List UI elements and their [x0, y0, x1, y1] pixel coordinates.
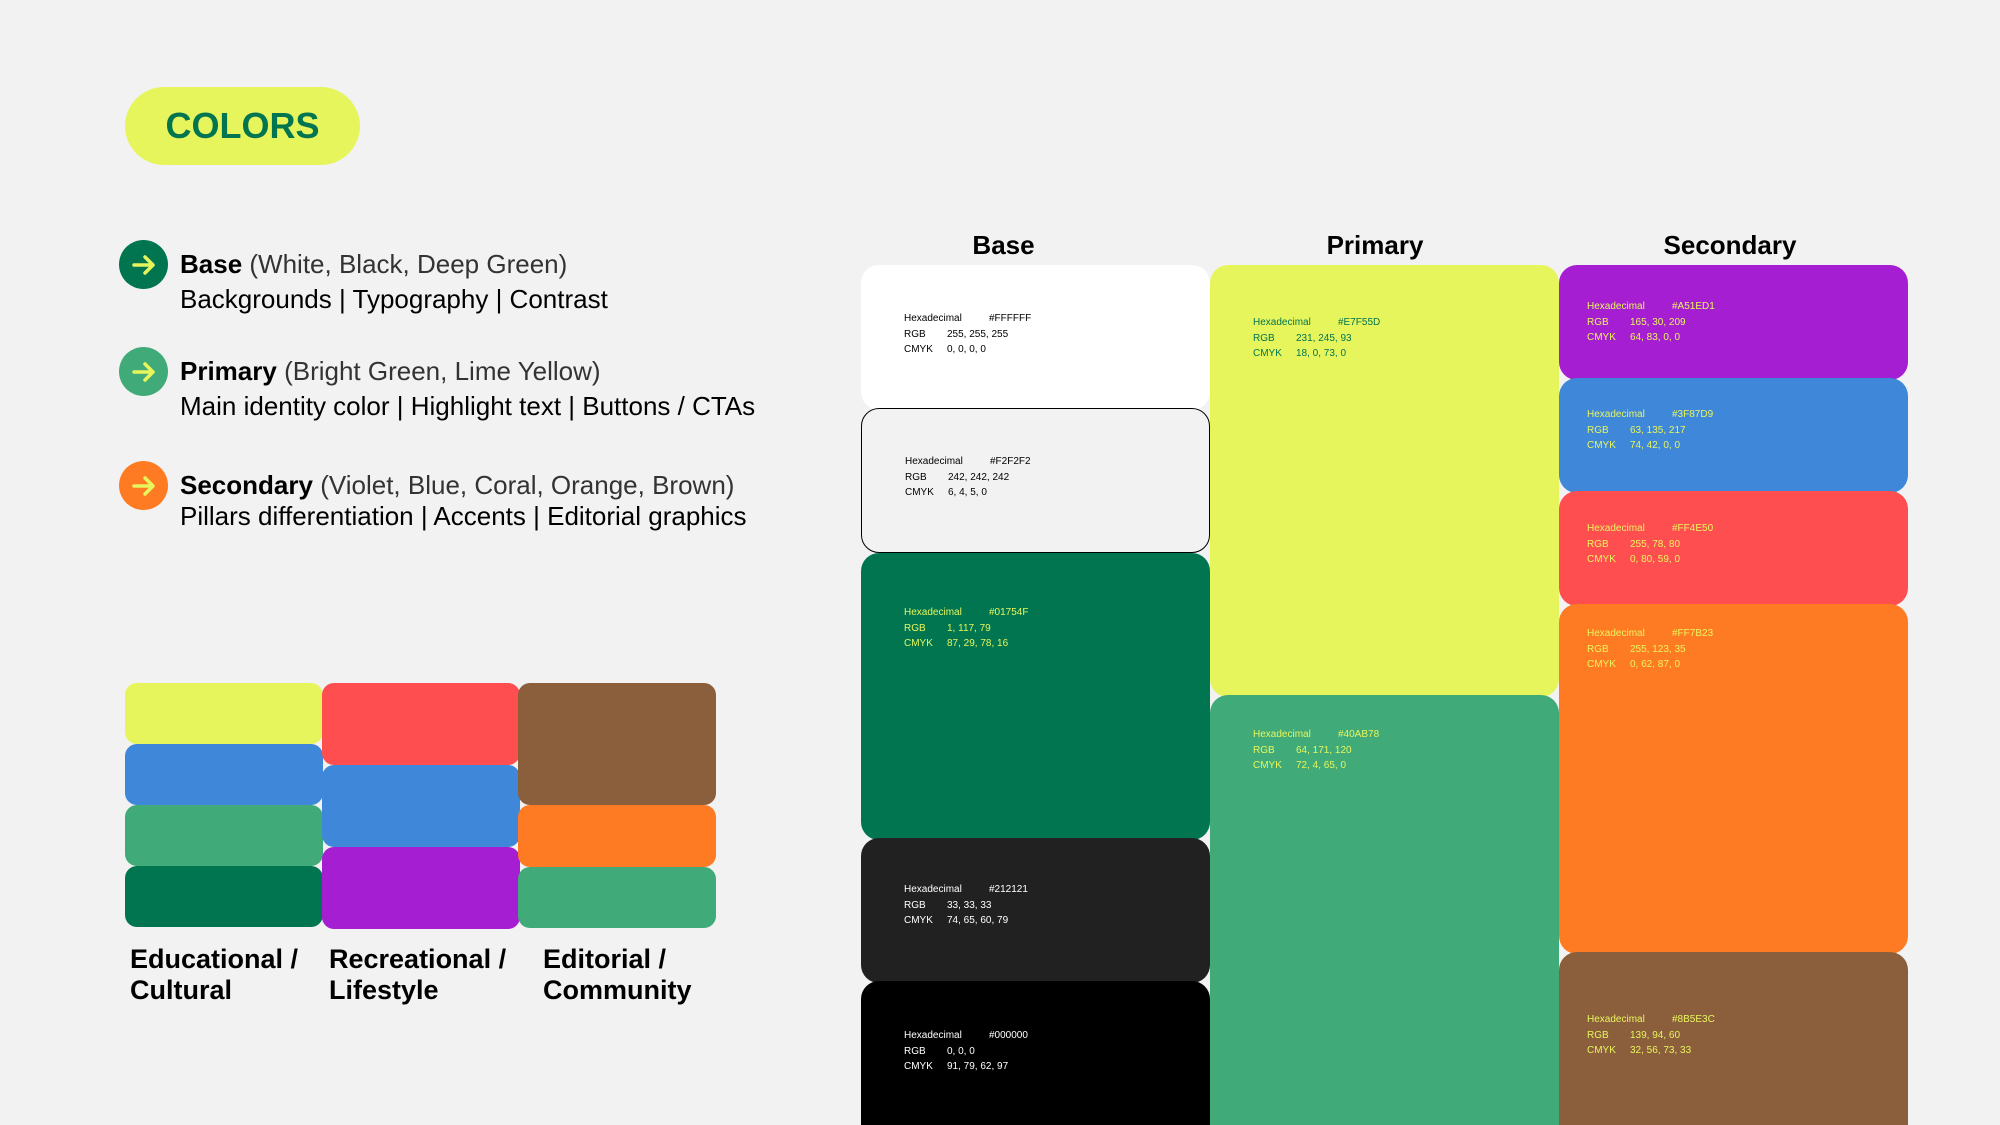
legend-description: Backgrounds | Typography | Contrast: [180, 284, 608, 314]
color-info: Hexadecimal #A51ED1 RGB 165, 30, 209 CMYK 6…: [1587, 301, 1715, 343]
color-card-base-charcoal: Hexadecimal #212121 RGB 33, 33, 33 CMYK 74,…: [861, 838, 1210, 983]
color-info: Hexadecimal #F2F2F2 RGB 242, 242, 242 CMYK…: [905, 456, 1031, 498]
swatch: [125, 866, 323, 927]
swatch: [518, 867, 716, 928]
pillar-editorial-swatches: [518, 683, 716, 928]
swatch: [322, 765, 520, 847]
legend-description: Pillars differentiation | Accents | Edit…: [180, 501, 747, 531]
color-card-primary-green: Hexadecimal #40AB78 RGB 64, 171, 120 CMYK 7…: [1210, 695, 1559, 1125]
swatch: [322, 847, 520, 929]
color-card-base-black: Hexadecimal #000000 RGB 0, 0, 0 CMYK 91, 79…: [861, 981, 1210, 1125]
color-info: Hexadecimal #01754F RGB 1, 117, 79 CMYK 87,…: [904, 607, 1029, 649]
color-info: Hexadecimal #8B5E3C RGB 139, 94, 60 CMYK 32…: [1587, 1014, 1715, 1056]
color-card-secondary-brown: Hexadecimal #8B5E3C RGB 139, 94, 60 CMYK 32…: [1559, 952, 1908, 1125]
arrow-right-icon: [119, 461, 168, 510]
color-info: Hexadecimal #FF4E50 RGB 255, 78, 80 CMYK 0,…: [1587, 523, 1714, 565]
swatch: [322, 683, 520, 765]
color-info: Hexadecimal #40AB78 RGB 64, 171, 120 CMYK 7…: [1253, 729, 1380, 771]
color-card-base-white: Hexadecimal #FFFFFF RGB 255, 255, 255 CMYK…: [861, 265, 1210, 410]
color-info: Hexadecimal #E7F55D RGB 231, 245, 93 CMYK 1…: [1253, 317, 1381, 359]
colors-badge: COLORS: [125, 87, 360, 165]
color-card-base-lightgray: Hexadecimal #F2F2F2 RGB 242, 242, 242 CMYK…: [861, 408, 1210, 553]
color-info: Hexadecimal #3F87D9 RGB 63, 135, 217 CMYK 7…: [1587, 409, 1714, 451]
swatch: [518, 805, 716, 867]
legend-description: Main identity color | Highlight text | B…: [180, 391, 756, 421]
color-info: Hexadecimal #FF7B23 RGB 255, 123, 35 CMYK 0…: [1587, 628, 1714, 670]
swatch: [125, 805, 323, 866]
swatch: [125, 683, 323, 744]
color-card-base-deep-green: Hexadecimal #01754F RGB 1, 117, 79 CMYK 87,…: [861, 553, 1210, 840]
swatch: [518, 683, 716, 805]
arrow-right-icon: [119, 240, 168, 289]
color-card-secondary-coral: Hexadecimal #FF4E50 RGB 255, 78, 80 CMYK 0,…: [1559, 491, 1908, 606]
column-title-primary: Primary: [1326, 230, 1424, 260]
color-card-secondary-violet: Hexadecimal #A51ED1 RGB 165, 30, 209 CMYK 6…: [1559, 265, 1908, 380]
column-title-secondary: Secondary: [1663, 230, 1797, 260]
arrow-right-icon: [119, 347, 168, 396]
color-card-secondary-orange: Hexadecimal #FF7B23 RGB 255, 123, 35 CMYK 0…: [1559, 604, 1908, 954]
pillar-label-educational: Educational / Cultural: [130, 944, 299, 1005]
color-card-primary-lime: Hexadecimal #E7F55D RGB 231, 245, 93 CMYK 1…: [1210, 265, 1559, 697]
color-info: Hexadecimal #212121 RGB 33, 33, 33 CMYK 74,…: [904, 884, 1028, 926]
pillar-label-editorial: Editorial / Community: [543, 944, 692, 1005]
legend-title: Base (White, Black, Deep Green): [180, 249, 568, 279]
swatch: [125, 744, 323, 805]
color-card-secondary-blue: Hexadecimal #3F87D9 RGB 63, 135, 217 CMYK 7…: [1559, 378, 1908, 493]
pillar-educational-swatches: [125, 683, 323, 927]
pillar-recreational-swatches: [322, 683, 520, 929]
pillar-label-recreational: Recreational / Lifestyle: [329, 944, 507, 1005]
legend-title: Secondary (Violet, Blue, Coral, Orange, …: [180, 470, 735, 500]
color-info: Hexadecimal #000000 RGB 0, 0, 0 CMYK 91, 79…: [904, 1030, 1028, 1072]
legend-title: Primary (Bright Green, Lime Yellow): [180, 356, 601, 386]
column-title-base: Base: [972, 230, 1035, 260]
color-info: Hexadecimal #FFFFFF RGB 255, 255, 255 CMYK…: [904, 313, 1032, 355]
